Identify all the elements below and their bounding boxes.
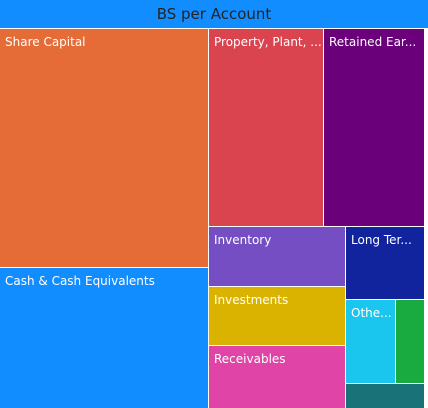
treemap-tile-rect[interactable] bbox=[209, 29, 323, 226]
treemap-tile[interactable]: Othe... bbox=[346, 300, 395, 383]
treemap-tile[interactable]: Investments bbox=[209, 287, 345, 345]
treemap-tile-rect[interactable] bbox=[0, 29, 208, 267]
treemap-tile[interactable]: Receivables bbox=[209, 346, 345, 408]
treemap-tile-label: Othe... bbox=[351, 306, 392, 320]
treemap-tile-label: Property, Plant, ... bbox=[214, 35, 322, 49]
treemap-tile-rect[interactable] bbox=[324, 29, 424, 226]
treemap-tile[interactable]: Cash & Cash Equivalents bbox=[0, 268, 208, 408]
treemap-tile-label: Long Ter... bbox=[351, 233, 412, 247]
treemap-tile[interactable] bbox=[396, 300, 424, 383]
treemap-tile[interactable]: Share Capital bbox=[0, 29, 208, 267]
treemap-tile-label: Investments bbox=[214, 293, 288, 307]
treemap-tile-rect[interactable] bbox=[396, 300, 424, 383]
treemap-tile-label: Cash & Cash Equivalents bbox=[5, 274, 155, 288]
treemap-tile-label: Share Capital bbox=[5, 35, 86, 49]
treemap-tile-label: Retained Ear... bbox=[329, 35, 416, 49]
treemap-tile-rect[interactable] bbox=[346, 384, 424, 408]
treemap-tile[interactable]: Property, Plant, ... bbox=[209, 29, 323, 226]
treemap-tile-rect[interactable] bbox=[0, 268, 208, 408]
treemap-tile[interactable]: Long Ter... bbox=[346, 227, 424, 299]
treemap-chart: Share Capital Cash & Cash Equivalents Prop… bbox=[0, 29, 424, 408]
treemap-tile[interactable]: Inventory bbox=[209, 227, 345, 286]
treemap-tile-label: Inventory bbox=[214, 233, 271, 247]
treemap-tile-label: Receivables bbox=[214, 352, 286, 366]
treemap-tile[interactable]: Retained Ear... bbox=[324, 29, 424, 226]
treemap-tile[interactable] bbox=[346, 384, 424, 408]
